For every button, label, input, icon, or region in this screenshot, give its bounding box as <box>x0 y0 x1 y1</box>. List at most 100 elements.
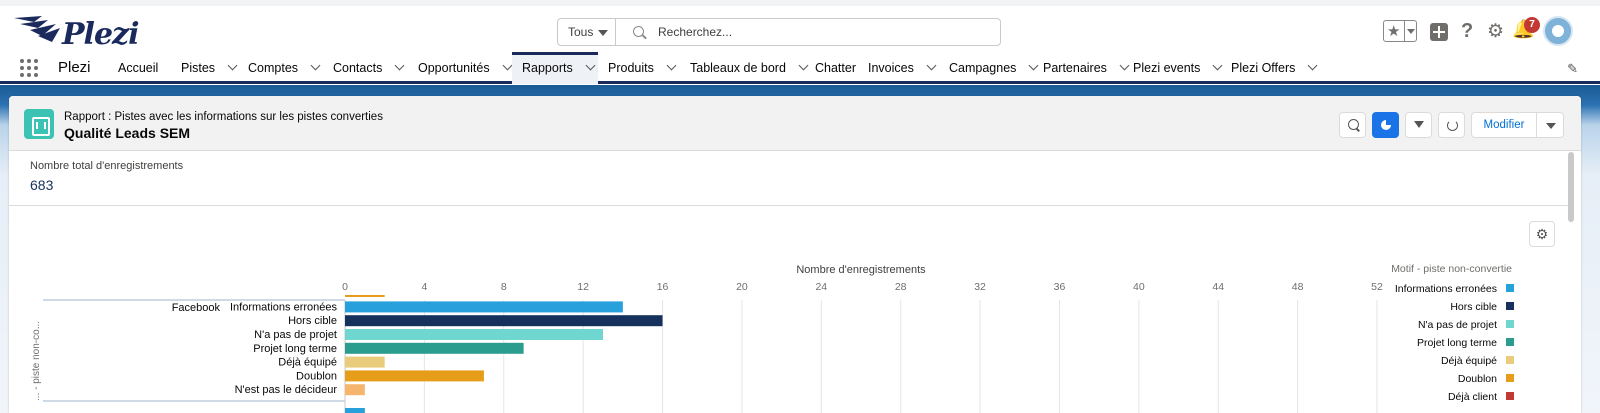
waffle-dot <box>20 73 24 77</box>
global-search-input[interactable]: Recherchez... <box>615 18 1001 46</box>
bar <box>345 315 663 327</box>
favorites-dropdown-icon[interactable] <box>1404 21 1416 41</box>
nav-item-label: Comptes <box>248 61 299 75</box>
nav-item-label: Chatter <box>815 61 856 75</box>
search-icon <box>633 26 644 37</box>
nav-item-label: Produits <box>608 61 654 75</box>
nav-item-plezi-offers[interactable]: Plezi Offers <box>1221 52 1318 84</box>
x-tick-label: 0 <box>342 281 348 293</box>
x-tick-label: 48 <box>1292 281 1304 293</box>
x-tick-label: 8 <box>501 281 507 293</box>
nav-item-produits[interactable]: Produits <box>598 52 680 84</box>
legend-swatch <box>1506 374 1514 382</box>
legend-label: Informations erronées <box>1395 283 1497 295</box>
x-tick-label: 52 <box>1371 281 1383 293</box>
nav-item-comptes[interactable]: Comptes <box>238 52 323 84</box>
legend-swatch <box>1506 338 1514 346</box>
nav-item-label: Partenaires <box>1043 61 1107 75</box>
waffle-dot <box>27 73 31 77</box>
user-avatar[interactable] <box>1543 16 1573 46</box>
nav-item-contacts[interactable]: Contacts <box>323 52 408 84</box>
global-header: Plezi Tous Recherchez... ★ ? ⚙ 🔔 7 <box>0 6 1600 52</box>
waffle-dot <box>27 66 31 70</box>
waffle-dot <box>20 66 24 70</box>
legend-swatch <box>1506 392 1514 400</box>
partial-bar <box>345 408 365 413</box>
waffle-dot <box>34 59 38 63</box>
bar <box>345 356 385 368</box>
chevron-down-icon[interactable] <box>394 60 405 71</box>
nav-item-campagnes[interactable]: Campagnes <box>939 52 1039 84</box>
nav-item-pistes[interactable]: Pistes <box>171 52 238 84</box>
category-label: N'a pas de projet <box>254 329 337 341</box>
x-tick-label: 12 <box>577 281 589 293</box>
x-tick-label: 4 <box>421 281 427 293</box>
legend-label: Projet long terme <box>1417 337 1497 349</box>
app-navigation-bar: Plezi Accueil Pistes Comptes Contacts Opport… <box>0 52 1600 84</box>
legend-label: Doublon <box>1458 373 1497 385</box>
waffle-dot <box>27 59 31 63</box>
setup-gear-icon[interactable]: ⚙ <box>1487 20 1504 44</box>
legend-label: Déjà équipé <box>1441 355 1497 367</box>
nav-item-label: Opportunités <box>418 61 490 75</box>
notification-count-badge: 7 <box>1524 17 1540 33</box>
logo-text: Plezi <box>62 17 139 52</box>
edit-nav-pencil-icon[interactable]: ✎ <box>1567 61 1578 77</box>
group-label: Facebook <box>172 302 221 314</box>
nav-item-label: Contacts <box>333 61 383 75</box>
nav-item-rapports[interactable]: Rapports <box>512 52 598 84</box>
app-name: Plezi <box>58 59 91 76</box>
legend-title: Motif - piste non-convertie <box>1391 263 1512 275</box>
global-actions-plus-icon[interactable] <box>1430 23 1448 41</box>
category-label: N'est pas le décideur <box>235 384 338 396</box>
x-tick-label: 36 <box>1054 281 1066 293</box>
search-scope-label: Tous <box>568 25 594 39</box>
nav-item-label: Plezi events <box>1133 61 1201 75</box>
legend-label: N'a pas de projet <box>1418 319 1497 331</box>
nav-item-accueil[interactable]: Accueil <box>108 52 171 84</box>
nav-item-tableaux-de-bord[interactable]: Tableaux de bord <box>680 52 809 84</box>
chevron-down-icon[interactable] <box>310 60 321 71</box>
bar <box>345 384 365 396</box>
bar <box>345 342 524 354</box>
legend-label: Hors cible <box>1450 301 1497 313</box>
nav-item-label: Pistes <box>181 61 216 75</box>
x-tick-label: 44 <box>1212 281 1224 293</box>
bar-chart: Nombre d'enregistrements0 4 8 12 16 20 24 28 32 3… <box>31 263 1514 413</box>
plezi-logo[interactable]: Plezi <box>12 10 139 52</box>
x-tick-label: 16 <box>657 281 669 293</box>
category-label: Projet long terme <box>253 343 337 355</box>
star-icon: ★ <box>1387 23 1401 40</box>
chevron-down-icon[interactable] <box>1307 60 1318 71</box>
chevron-down-icon[interactable] <box>502 60 513 71</box>
nav-item-invoices[interactable]: Invoices <box>858 52 939 84</box>
report-card: Rapport : Pistes avec les informations s… <box>9 96 1581 413</box>
chevron-down-icon[interactable] <box>227 60 238 71</box>
x-axis-label: Nombre d'enregistrements <box>796 264 926 276</box>
waffle-dot <box>34 66 38 70</box>
x-tick-label: 20 <box>736 281 748 293</box>
bar <box>345 329 603 340</box>
bar <box>345 301 623 313</box>
partial-bar <box>345 295 385 297</box>
category-label: Déjà équipé <box>278 357 337 369</box>
nav-item-label: Invoices <box>868 61 914 75</box>
chevron-down-icon[interactable] <box>585 60 596 71</box>
category-label: Hors cible <box>288 315 337 327</box>
nav-items: Accueil Pistes Comptes Contacts Opportunités… <box>108 52 1318 84</box>
nav-item-label: Rapports <box>522 61 573 75</box>
chevron-down-icon[interactable] <box>926 60 937 71</box>
x-tick-label: 40 <box>1133 281 1145 293</box>
nav-item-opportunit-s[interactable]: Opportunités <box>408 52 513 84</box>
favorites-button[interactable]: ★ <box>1383 20 1417 42</box>
waffle-dot <box>20 59 24 63</box>
plezi-bird-icon <box>14 16 60 42</box>
legend-label: Déjà client <box>1448 391 1497 403</box>
chevron-down-icon[interactable] <box>666 60 677 71</box>
app-launcher-icon[interactable] <box>20 59 38 77</box>
nav-item-plezi-events[interactable]: Plezi events <box>1123 52 1223 84</box>
nav-item-partenaires[interactable]: Partenaires <box>1033 52 1130 84</box>
search-scope-select[interactable]: Tous <box>557 18 616 46</box>
nav-item-chatter[interactable]: Chatter <box>805 52 858 84</box>
help-icon[interactable]: ? <box>1461 20 1473 44</box>
